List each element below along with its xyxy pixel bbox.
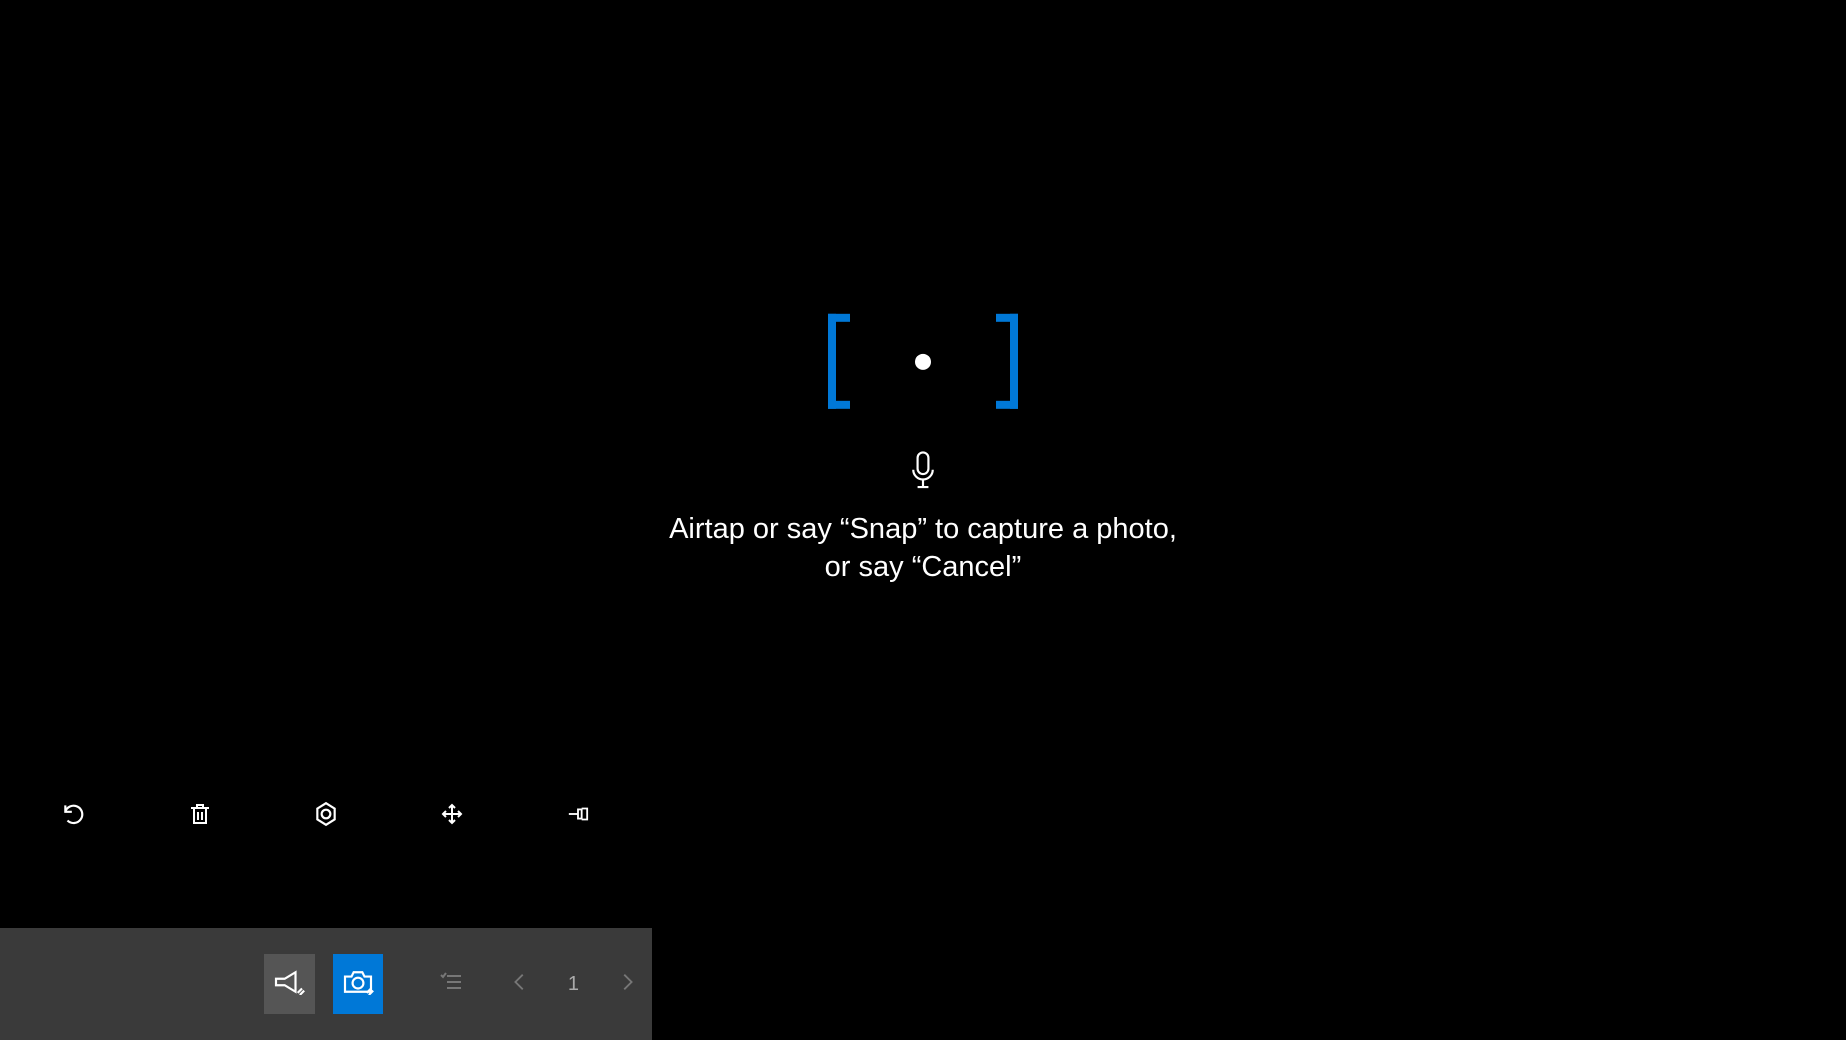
camera-icon	[342, 969, 374, 1000]
list-icon	[437, 970, 465, 999]
megaphone-icon	[273, 969, 305, 1000]
focus-reticle	[828, 314, 1018, 409]
pin-icon	[565, 803, 591, 830]
undo-button[interactable]	[50, 792, 98, 840]
announce-button[interactable]	[264, 954, 315, 1014]
chevron-left-icon	[509, 968, 531, 1001]
tool-row	[50, 792, 602, 840]
camera-button[interactable]	[333, 954, 384, 1014]
bottom-toolbar: 1	[0, 928, 652, 1040]
target-icon	[313, 801, 339, 832]
capture-instructions-line2: or say “Cancel”	[669, 549, 1177, 587]
list-button[interactable]	[426, 954, 477, 1014]
trash-icon	[188, 801, 212, 832]
page-number: 1	[563, 973, 583, 996]
reticle-dot-icon	[915, 353, 931, 369]
target-button[interactable]	[302, 792, 350, 840]
bracket-right-icon	[996, 314, 1018, 409]
microphone-icon	[910, 451, 936, 491]
next-page-button[interactable]	[601, 954, 652, 1014]
prev-page-button[interactable]	[495, 954, 546, 1014]
capture-prompt: Airtap or say “Snap” to capture a photo,…	[0, 314, 1846, 586]
undo-icon	[61, 801, 87, 832]
delete-button[interactable]	[176, 792, 224, 840]
pin-button[interactable]	[554, 792, 602, 840]
capture-instructions: Airtap or say “Snap” to capture a photo,…	[669, 511, 1177, 586]
move-icon	[440, 802, 464, 831]
bracket-left-icon	[828, 314, 850, 409]
move-button[interactable]	[428, 792, 476, 840]
chevron-right-icon	[616, 968, 638, 1001]
capture-instructions-line1: Airtap or say “Snap” to capture a photo,	[669, 511, 1177, 549]
